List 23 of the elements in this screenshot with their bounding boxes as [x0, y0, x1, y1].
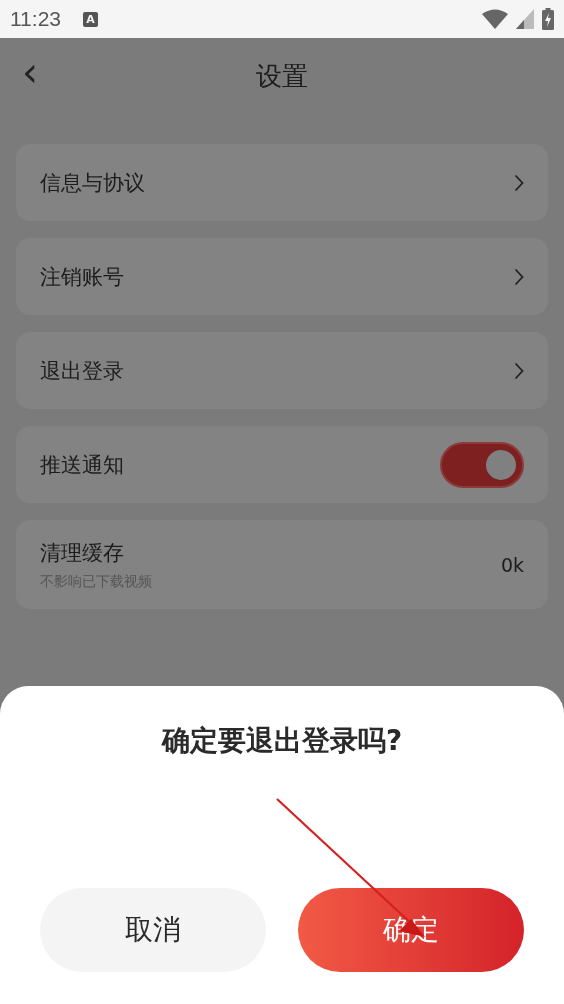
- chevron-right-icon: [514, 267, 524, 286]
- wifi-icon: [482, 9, 508, 29]
- settings-label: 注销账号: [40, 263, 125, 291]
- signal-icon: [516, 9, 534, 29]
- settings-label: 清理缓存: [40, 539, 125, 567]
- settings-label: 信息与协议: [40, 169, 146, 197]
- status-time: 11:23: [10, 7, 61, 31]
- settings-item[interactable]: 退出登录: [16, 332, 548, 409]
- cache-size: 0k: [500, 553, 524, 576]
- chevron-right-icon: [514, 173, 524, 192]
- settings-item[interactable]: 信息与协议: [16, 144, 548, 221]
- settings-label: 推送通知: [40, 451, 125, 479]
- battery-icon: [542, 8, 554, 30]
- chevron-right-icon: [514, 361, 524, 380]
- settings-label: 退出登录: [40, 357, 125, 385]
- notification-icon: A: [83, 11, 98, 27]
- cancel-button[interactable]: 取消: [40, 888, 266, 972]
- dialog-title: 确定要退出登录吗?: [161, 723, 403, 759]
- settings-item[interactable]: 注销账号: [16, 238, 548, 315]
- settings-item[interactable]: 推送通知: [16, 426, 548, 503]
- page-title: 设置: [256, 60, 308, 93]
- toggle-switch[interactable]: [440, 441, 524, 488]
- back-button[interactable]: ‹: [16, 52, 44, 92]
